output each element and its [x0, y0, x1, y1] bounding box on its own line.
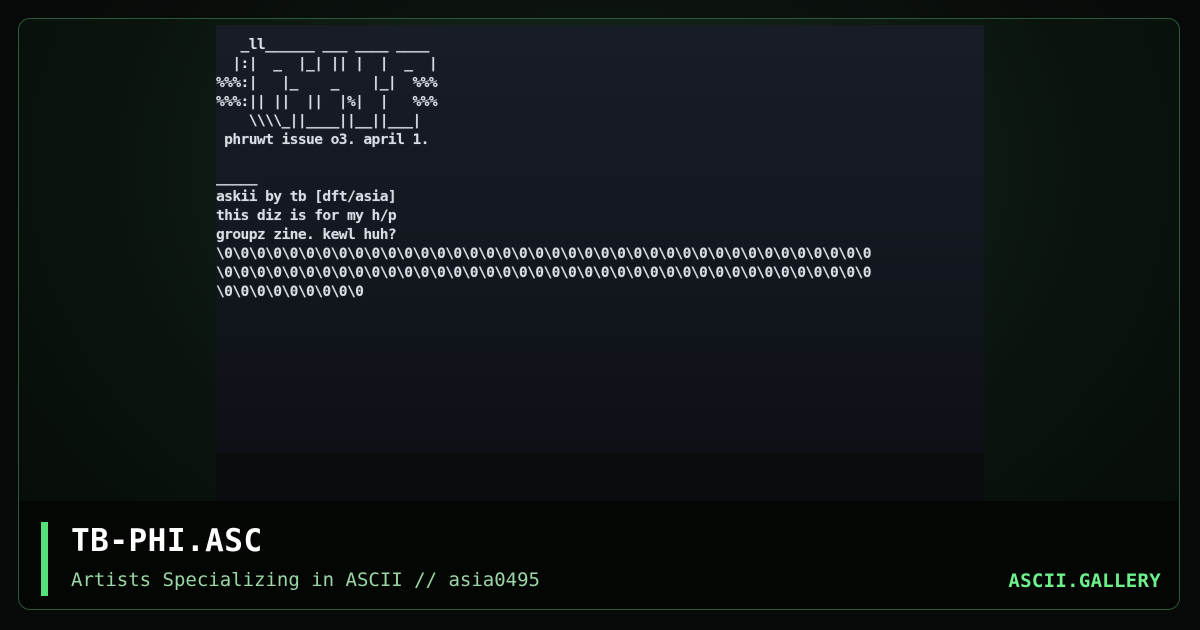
- accent-bar: [41, 522, 48, 596]
- card-frame: _ll______ ___ ____ ____ |:| _ |_| || | |…: [18, 18, 1180, 610]
- site-brand[interactable]: ASCII.GALLERY: [1008, 570, 1161, 592]
- caption-bar: TB-PHI.ASC Artists Specializing in ASCII…: [19, 501, 1179, 609]
- share-card: _ll______ ___ ____ ____ |:| _ |_| || | |…: [0, 0, 1200, 630]
- preview-bottom-band: [216, 453, 984, 503]
- ascii-preview: _ll______ ___ ____ ____ |:| _ |_| || | |…: [216, 25, 984, 503]
- artwork-title: TB-PHI.ASC: [71, 523, 263, 559]
- artwork-subtitle: Artists Specializing in ASCII // asia049…: [71, 569, 540, 591]
- ascii-art-text: _ll______ ___ ____ ____ |:| _ |_| || | |…: [216, 36, 872, 300]
